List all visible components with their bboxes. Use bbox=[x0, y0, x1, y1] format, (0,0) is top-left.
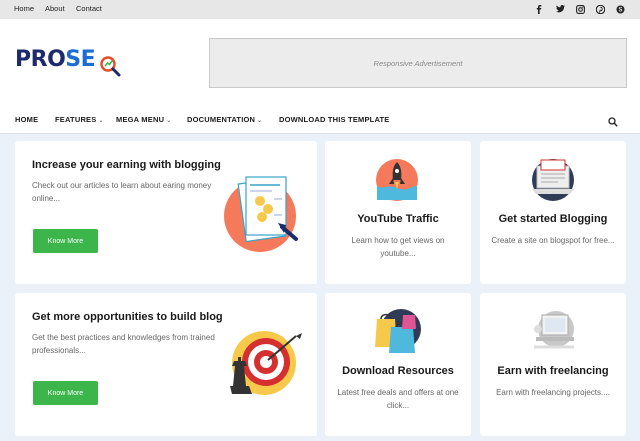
twitter-icon[interactable] bbox=[554, 3, 566, 15]
top-nav-contact[interactable]: Contact bbox=[76, 4, 102, 13]
chevron-down-icon: ⌄ bbox=[98, 118, 104, 124]
feature-card-youtube[interactable]: YouTube Traffic Learn how to get views o… bbox=[325, 141, 471, 284]
target-chess-illustration-icon bbox=[220, 328, 310, 403]
card-title: Get started Blogging bbox=[498, 213, 608, 225]
shopping-bags-icon bbox=[373, 307, 423, 360]
card-description: Get the best practices and knowledges fr… bbox=[32, 333, 215, 355]
menu-mega-menu[interactable]: MEGA MENU ⌄ bbox=[116, 115, 171, 124]
know-more-button[interactable]: Know More bbox=[33, 229, 98, 253]
blogging-illustration-icon bbox=[220, 171, 308, 260]
pinterest-icon[interactable] bbox=[594, 3, 606, 15]
instagram-icon[interactable] bbox=[574, 3, 586, 15]
promo-card-opportunities: Get more opportunities to build blog Get… bbox=[15, 293, 317, 436]
menu-download-template[interactable]: DOWNLOAD THIS TEMPLATE bbox=[279, 115, 390, 124]
feature-card-resources[interactable]: Download Resources Latest free deals and… bbox=[325, 293, 471, 436]
card-description: Latest free deals and offers at one clic… bbox=[337, 388, 459, 410]
card-title: Get more opportunities to build blog bbox=[32, 311, 223, 323]
advertisement-banner[interactable]: Responsive Advertisement bbox=[209, 38, 627, 88]
card-description: Check out our articles to learn about ea… bbox=[32, 181, 212, 203]
top-nav-about[interactable]: About bbox=[45, 4, 65, 13]
laptop-icon bbox=[528, 156, 578, 207]
site-logo[interactable]: PROSE bbox=[15, 49, 96, 71]
top-nav-home[interactable]: Home bbox=[14, 4, 34, 13]
desktop-workspace-icon bbox=[528, 307, 578, 360]
feature-card-started[interactable]: Get started Blogging Create a site on bl… bbox=[480, 141, 626, 284]
promo-card-blogging: Increase your earning with blogging Chec… bbox=[15, 141, 317, 284]
card-title: Increase your earning with blogging bbox=[32, 159, 221, 171]
skype-icon[interactable]: S bbox=[614, 3, 626, 15]
menu-home[interactable]: HOME bbox=[15, 115, 38, 124]
feature-card-freelancing[interactable]: Earn with freelancing Earn with freelanc… bbox=[480, 293, 626, 436]
know-more-button[interactable]: Know More bbox=[33, 381, 98, 405]
card-title: Download Resources bbox=[342, 365, 454, 377]
card-description: Create a site on blogspot for free... bbox=[491, 236, 615, 245]
facebook-icon[interactable] bbox=[533, 3, 545, 15]
rocket-icon bbox=[373, 156, 421, 207]
card-description: Earn with freelancing projects.... bbox=[496, 388, 610, 397]
main-menu: HOME FEATURES ⌄ MEGA MENU ⌄ DOCUMENTATION ⌄… bbox=[0, 104, 640, 134]
top-bar: Home About Contact S bbox=[0, 0, 640, 19]
chevron-down-icon: ⌄ bbox=[257, 118, 263, 124]
card-title: Earn with freelancing bbox=[497, 365, 609, 377]
svg-text:S: S bbox=[618, 7, 622, 13]
magnifier-logo-icon bbox=[100, 55, 132, 82]
menu-features[interactable]: FEATURES ⌄ bbox=[55, 115, 104, 124]
site-header: PROSE Responsive Advertisement bbox=[0, 19, 640, 104]
card-title: YouTube Traffic bbox=[357, 213, 439, 225]
menu-documentation[interactable]: DOCUMENTATION ⌄ bbox=[187, 115, 262, 124]
card-description: Learn how to get views on youtube... bbox=[351, 236, 445, 258]
chevron-down-icon: ⌄ bbox=[166, 118, 172, 124]
search-icon[interactable] bbox=[608, 114, 618, 132]
